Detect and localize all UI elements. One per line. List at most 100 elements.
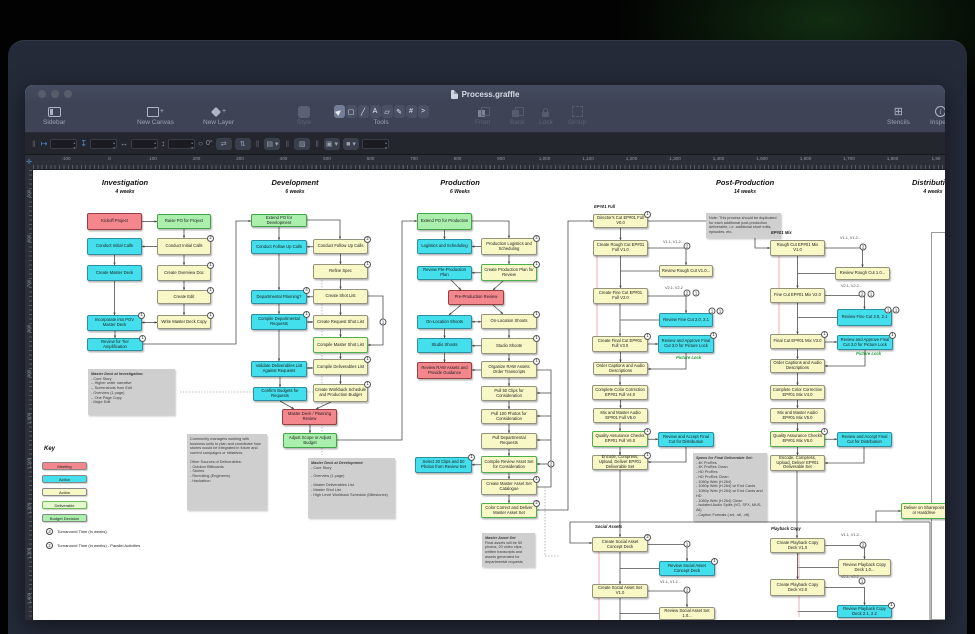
flow-node-s2[interactable]: Review Social Asset Concept Deck1 (659, 561, 715, 576)
flow-node-b4[interactable]: Review Playback Copy Deck 2.1, 2.21 (837, 605, 892, 618)
flow-node-p8[interactable]: On-Location Shoots1 (481, 314, 537, 329)
flow-node-p11[interactable]: Review RAW Assets and Provide Guidance (417, 362, 472, 379)
flow-node-m7[interactable]: Order Captions and Audio Descriptions (770, 359, 825, 373)
flip-horizontal-button[interactable]: ⇄ (216, 138, 232, 150)
flow-node-b1[interactable]: Create Playback Copy Deck V1.0 (770, 538, 825, 553)
flow-node-p12[interactable]: Organize RAW Assets Order Transcripts1 (481, 361, 537, 378)
shape-tool[interactable]: ▢ (346, 105, 357, 118)
flow-node-i7[interactable]: Create Edit1 (157, 290, 211, 304)
flow-node-f2[interactable]: Review Rough Cut V1.0... (659, 265, 713, 277)
diagram-canvas[interactable]: Kickoff Project Raise PO for Project Condu… (33, 170, 945, 620)
flow-node-s3[interactable]: Create Social Asset Set V1.0 (592, 584, 648, 598)
color-button[interactable]: ■ ▾ (343, 138, 359, 150)
flow-node-m8[interactable]: Complete Color Correction EP#01 Mix V4.0 (770, 385, 825, 400)
sidebar-button[interactable]: Sidebar (43, 105, 65, 126)
flow-node-m4[interactable]: Review Fine Cut 2.0, 2.1 (837, 309, 892, 326)
stepper-arrows[interactable]: ▴▾ (73, 140, 75, 150)
note-box[interactable]: Master Deck at Investigation:- Core Stor… (88, 369, 175, 415)
flow-node-m6[interactable]: Review and Approve Final Cut 3.0 for Pic… (837, 335, 893, 350)
new-canvas-button[interactable]: +New Canvas (137, 105, 174, 126)
flow-node-p15[interactable]: Pull Departmental Requests (481, 433, 537, 449)
flow-node-i8[interactable]: Incorporate into POV Master Deck1 (87, 315, 142, 331)
flow-node-p1[interactable]: Extend PO for Production (417, 213, 472, 230)
key-swatch[interactable]: Deliverable (42, 501, 87, 509)
more-tools[interactable]: > (418, 105, 429, 118)
opacity-field[interactable]: ▴▾ (362, 139, 389, 149)
flow-node-p10[interactable]: Studio Shoots1 (481, 338, 537, 354)
flow-node-f9[interactable]: Mix and Master Audio EP#01 Full V5.0 (593, 408, 648, 423)
flow-node-f3[interactable]: Create Fine Cut EP#01 Full V2.0 (593, 288, 648, 304)
selection-tool[interactable]: ▶ (334, 105, 345, 118)
flow-node-m9[interactable]: Mix and Master Audio EP#01 Mix V5.0 (770, 408, 825, 423)
text-tool[interactable]: A (370, 105, 381, 118)
flow-node-i1[interactable]: Kickoff Project (87, 213, 142, 230)
flow-node-p19[interactable]: Color Correct and Deliver Master Asset S… (481, 503, 537, 518)
flow-node-m5[interactable]: Final Cut EP#01 Mix V3.01 (770, 334, 825, 349)
note-box[interactable]: Specs for Final Deliverable Set:- 4K Pro… (693, 453, 767, 521)
flow-node-p3[interactable]: Production Logistics and Scheduling2 (481, 238, 537, 255)
flow-node-f12[interactable]: Encode, Compress, Upload, Deliver EP#01 … (592, 455, 648, 470)
stepper-arrows[interactable]: ▴▾ (385, 140, 387, 150)
flow-node-b2[interactable]: Review Playback Copy Deck 1.0... (838, 559, 891, 576)
flow-node-d12[interactable]: Confirm Budgets for Requests (253, 387, 307, 401)
flow-node-i4[interactable]: Conduct Initial Calls2 (157, 238, 211, 255)
key-swatch[interactable]: Action (42, 475, 87, 483)
flow-node-d13[interactable]: Create Workback Schedule and Production … (313, 384, 368, 402)
artboard-tool[interactable]: ▱ (382, 105, 393, 118)
stencils-button[interactable]: ⊞Stencils (887, 105, 910, 126)
flow-node-b3[interactable]: Create Playback Copy Deck V2.0 (770, 579, 825, 596)
flow-node-p2[interactable]: Logistics and Scheduling (417, 239, 472, 254)
flow-node-i2[interactable]: Raise PO for Project (157, 214, 211, 229)
flow-node-d9[interactable]: Compile Master Shot List (313, 337, 368, 353)
diagram-tool[interactable]: # (406, 105, 417, 118)
flow-node-p17[interactable]: Compile Review Asset Set for Considerati… (481, 456, 537, 473)
note-box[interactable]: Master Deck at Development- Core Story- … (308, 458, 395, 518)
flow-node-f6[interactable]: Review and Approve Final Cut 3.0 for Pic… (658, 335, 714, 353)
flow-node-m3[interactable]: Fine Cut EP#01 Mix V2.0 (770, 288, 825, 303)
flow-node-i10[interactable]: Review for Tier Amplification1 (87, 338, 143, 351)
flow-node-m2[interactable]: Review Rough Cut 1.0... (835, 267, 890, 280)
horizontal-ruler[interactable]: -10001002003004005006007008009001,0001,1… (33, 155, 945, 170)
flow-node-f0[interactable]: Director's Cut EP#01 Full V0.01 (593, 214, 648, 228)
flow-node-f5[interactable]: Create Final Cut EP#01 Full V3.01 (592, 336, 648, 352)
stepper-arrows[interactable]: ▴▾ (191, 140, 193, 150)
flow-node-i6[interactable]: Create Overview Doc1 (157, 265, 211, 281)
flow-node-i9[interactable]: Write Master Deck Copy1 (157, 315, 211, 329)
flow-node-d10[interactable]: Validate Deliverables List Against Reque… (251, 361, 307, 377)
flow-node-s4[interactable]: Review Social Asset Set 1.0... (659, 607, 715, 620)
note-box[interactable]: Community managers working with business… (187, 434, 267, 510)
titlebar[interactable]: Process.graffle (25, 85, 945, 103)
stepper-arrows[interactable]: ▴▾ (154, 140, 156, 150)
flow-node-p9[interactable]: Studio Shoots (417, 338, 472, 353)
flow-node-p5[interactable]: Create Production Plan for Review1 (481, 264, 537, 281)
flow-node-d7[interactable]: Compile Departmental Requests1 (251, 314, 307, 330)
flow-node-f7[interactable]: Order Captions and Audio Descriptions (593, 362, 648, 375)
line-tool[interactable]: ╱ (358, 105, 369, 118)
flow-node-f11[interactable]: Review and Accept Final Cut for Distribu… (658, 432, 714, 447)
flow-node-p16[interactable]: Select 20 Clips and 50 Photos from Revie… (415, 457, 472, 473)
width-field[interactable]: ▴▾ (131, 139, 158, 149)
flow-node-d8[interactable]: Create Request Shot List (313, 315, 368, 329)
flow-node-d3[interactable]: Conduct Follow Up Calls2 (313, 239, 368, 254)
stepper-arrows[interactable]: ▴▾ (113, 140, 115, 150)
flow-node-p6[interactable]: Pre-Production Review (448, 290, 504, 305)
flow-node-d2[interactable]: Conduct Follow Up Calls (251, 240, 307, 254)
flow-node-f10[interactable]: Quality Assurance Checks EP#01 Full V6.0… (592, 431, 648, 447)
flow-node-b5[interactable]: Deliver on Sharepoint or Harddrive (901, 503, 945, 519)
flow-node-d5[interactable]: Departmental Planning?4 (251, 290, 307, 304)
inspect-button[interactable]: iInspect (930, 105, 945, 126)
flow-node-p14[interactable]: Pull 100 Photos for Consideration (481, 409, 537, 424)
flow-node-i3[interactable]: Conduct Initial Calls (87, 238, 142, 255)
flow-node-f1[interactable]: Create Rough Cut EP#01 Full V1.0 (593, 240, 648, 256)
flow-node-d4[interactable]: Refine Spec1 (313, 264, 368, 279)
flow-node-p7[interactable]: On-Location Shoots (417, 315, 472, 329)
flow-node-p18[interactable]: Create Master Asset Set Catalogue1 (481, 479, 537, 495)
flow-node-f8[interactable]: Complete Color Correction EP#01 Full V4.… (592, 385, 648, 400)
note-box[interactable]: Note: This process should be duplicated … (706, 213, 781, 238)
flow-node-m11[interactable]: Review and Accept Final Cut for Distribu… (837, 432, 892, 447)
y-position-field[interactable]: ▴▾ (90, 139, 117, 149)
vertical-ruler[interactable]: 5006007008009001,0001,1001,2001,3001,400 (25, 170, 33, 620)
flow-node-m12[interactable]: Encode, Compress, Upload, Deliver EP#01 … (770, 455, 825, 471)
flow-node-p4[interactable]: Review Pre-Production Plan (417, 266, 472, 280)
flow-node-d14[interactable]: Master Deck / Planning Review (282, 409, 337, 425)
